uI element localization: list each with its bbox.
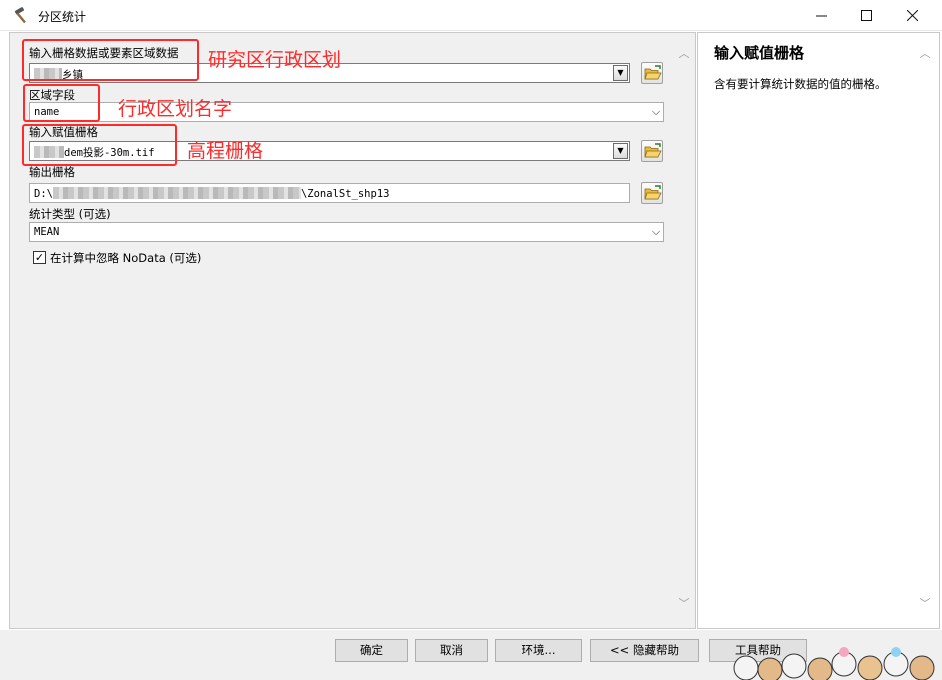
redacted-text — [52, 187, 301, 199]
triangle-down-icon: ▼ — [617, 146, 624, 155]
output-raster-prefix: D:\ — [34, 188, 53, 200]
close-icon — [906, 10, 918, 21]
input-zone-browse-button[interactable] — [641, 62, 663, 84]
checkmark-icon: ✓ — [34, 251, 45, 264]
help-title: 输入赋值栅格 — [714, 44, 805, 62]
open-folder-icon — [644, 185, 662, 200]
annotation-box-value-raster — [22, 124, 177, 166]
open-folder-icon — [644, 143, 662, 158]
close-button[interactable] — [889, 0, 935, 31]
scroll-up-icon[interactable]: ︿ — [918, 47, 932, 61]
ignore-nodata-label: 在计算中忽略 NoData (可选) — [50, 251, 202, 265]
ignore-nodata-checkbox[interactable]: ✓ — [33, 251, 46, 264]
parameters-panel: 输入栅格数据或要素区域数据 乡镇 ▼ 区域字段 name ⌵ 输入赋值栅格 de… — [9, 32, 696, 629]
ok-button[interactable]: 确定 — [335, 639, 408, 662]
hammer-icon — [12, 7, 32, 25]
minimize-button[interactable] — [798, 0, 844, 31]
chevron-down-icon[interactable]: ⌵ — [650, 226, 662, 238]
triangle-down-icon: ▼ — [617, 68, 624, 77]
cancel-button[interactable]: 取消 — [415, 639, 488, 662]
help-description: 含有要计算统计数据的值的栅格。 — [714, 77, 887, 91]
annotation-box-input-zone — [22, 39, 199, 81]
input-zone-dropdown-button[interactable]: ▼ — [613, 65, 628, 81]
statistics-type-combo[interactable]: MEAN — [29, 222, 664, 242]
minimize-icon — [815, 15, 827, 17]
decorative-stickers-icon — [733, 647, 935, 680]
scroll-up-icon[interactable]: ︿ — [677, 47, 691, 61]
statistics-type-label: 统计类型 (可选) — [29, 207, 111, 221]
help-panel: 输入赋值栅格 含有要计算统计数据的值的栅格。 ︿ ﹀ — [697, 32, 940, 629]
output-raster-input[interactable]: D:\ \ZonalSt_shp13 — [29, 183, 630, 203]
annotation-box-zone-field — [23, 84, 100, 122]
hide-help-button[interactable]: << 隐藏帮助 — [590, 639, 699, 662]
title-bar: 分区统计 — [0, 0, 942, 31]
output-raster-browse-button[interactable] — [641, 182, 663, 204]
open-folder-icon — [644, 65, 662, 80]
environments-button[interactable]: 环境... — [495, 639, 582, 662]
value-raster-dropdown-button[interactable]: ▼ — [613, 143, 628, 159]
annotation-text-elevation-raster: 高程栅格 — [187, 140, 264, 162]
annotation-text-admin-name: 行政区划名字 — [118, 98, 233, 120]
maximize-icon — [860, 10, 872, 21]
output-raster-suffix: \ZonalSt_shp13 — [300, 188, 390, 200]
chevron-down-icon[interactable]: ⌵ — [650, 106, 662, 118]
scroll-down-icon[interactable]: ﹀ — [677, 597, 691, 611]
scroll-down-icon[interactable]: ﹀ — [918, 597, 932, 611]
statistics-type-value: MEAN — [34, 226, 60, 238]
output-raster-label: 输出栅格 — [29, 165, 75, 179]
maximize-button[interactable] — [843, 0, 889, 31]
value-raster-browse-button[interactable] — [641, 140, 663, 162]
annotation-text-study-area: 研究区行政区划 — [208, 49, 342, 71]
window-title: 分区统计 — [38, 10, 87, 24]
